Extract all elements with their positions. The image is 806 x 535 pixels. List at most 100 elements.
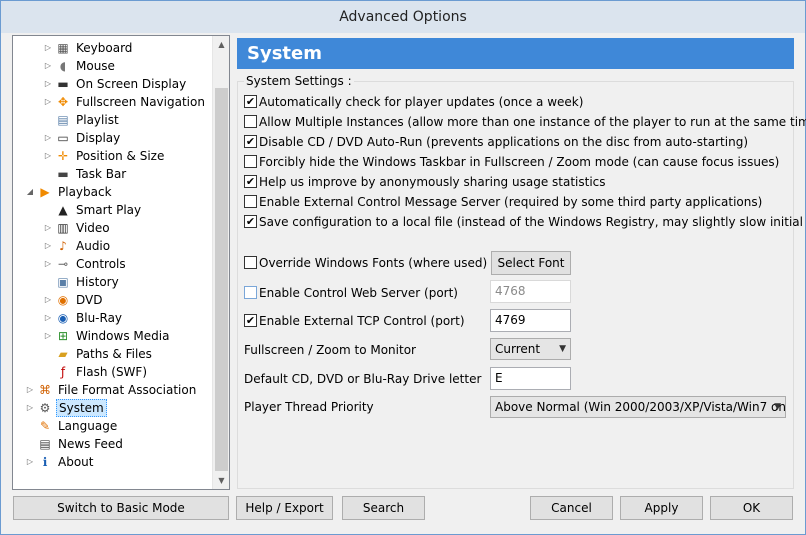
crosshair-icon: ✛ <box>57 149 69 163</box>
news-icon: ▤ <box>39 437 51 451</box>
info-icon: ℹ <box>42 455 48 469</box>
tree-item-label: File Format Association <box>58 383 197 397</box>
tree-item-label: About <box>58 455 94 469</box>
arrows-icon: ✥ <box>57 95 69 109</box>
setting-checkbox[interactable] <box>244 155 257 168</box>
setting-checkbox-label: Enable External Control Message Server (… <box>259 195 763 209</box>
options-tree[interactable]: ▷ ▦ Keyboard ▷ ◖ Mouse ▷ ▬ On Screen Display ▷ ✥ Fu… <box>12 35 230 490</box>
clapperboard-icon: ▥ <box>57 221 69 235</box>
tree-item-label: Flash (SWF) <box>76 365 148 379</box>
tree-item-label: Task Bar <box>76 167 127 181</box>
web-server-port-input[interactable]: 4768 <box>490 280 571 303</box>
expand-arrow-icon[interactable]: ▷ <box>43 75 53 93</box>
scroll-thumb[interactable] <box>215 88 228 471</box>
tree-item-label: Windows Media <box>76 329 170 343</box>
taskbar-icon: ▬ <box>57 167 69 181</box>
expand-arrow-icon[interactable]: ▷ <box>43 147 53 165</box>
web-server-label: Enable Control Web Server (port) <box>259 286 458 300</box>
drive-letter-input[interactable]: E <box>490 367 571 390</box>
tcp-control-label: Enable External TCP Control (port) <box>259 314 465 328</box>
tree-item-label: System <box>56 399 107 417</box>
gear-icon: ⚙ <box>39 401 51 415</box>
setting-checkbox-label: Allow Multiple Instances (allow more tha… <box>259 115 806 129</box>
tcp-control-checkbox[interactable]: ✔ <box>244 314 257 327</box>
fullscreen-monitor-label: Fullscreen / Zoom to Monitor <box>244 343 416 357</box>
keyboard-icon: ▦ <box>57 41 69 55</box>
tcp-port-input[interactable]: 4769 <box>490 309 571 332</box>
file-association-icon: ⌘ <box>39 383 51 397</box>
window-title: Advanced Options <box>1 1 805 33</box>
search-button[interactable]: Search <box>342 496 425 520</box>
setting-checkbox[interactable]: ✔ <box>244 95 257 108</box>
expand-arrow-icon[interactable]: ▷ <box>43 255 53 273</box>
setting-checkbox-label: Forcibly hide the Windows Taskbar in Ful… <box>259 155 780 169</box>
tree-item-label: Paths & Files <box>76 347 152 361</box>
panel-title: System <box>237 38 794 69</box>
setting-checkbox[interactable]: ✔ <box>244 135 257 148</box>
tree-scrollbar[interactable]: ▲ ▼ <box>212 36 229 489</box>
select-font-button[interactable]: Select Font <box>491 251 571 275</box>
expand-arrow-icon[interactable]: ▷ <box>25 399 35 417</box>
thread-priority-label: Player Thread Priority <box>244 400 374 414</box>
tree-item-label: Position & Size <box>76 149 165 163</box>
setting-checkbox[interactable]: ✔ <box>244 215 257 228</box>
setting-checkbox[interactable] <box>244 195 257 208</box>
play-icon: ▶ <box>40 185 50 199</box>
thread-priority-select[interactable]: Above Normal (Win 2000/2003/XP/Vista/Win… <box>490 396 786 418</box>
windows-media-icon: ⊞ <box>57 329 69 343</box>
expand-arrow-icon[interactable]: ▷ <box>43 291 53 309</box>
setting-checkbox[interactable] <box>244 115 257 128</box>
tree-item-label: Smart Play <box>76 203 142 217</box>
chevron-down-icon: ▼ <box>559 344 566 354</box>
tree-item-label: Display <box>76 131 121 145</box>
expand-arrow-icon[interactable]: ▷ <box>43 327 53 345</box>
expand-arrow-icon[interactable]: ▷ <box>25 381 35 399</box>
tree-item-label: Fullscreen Navigation <box>76 95 205 109</box>
tree-item-label: News Feed <box>58 437 123 451</box>
expand-arrow-icon[interactable]: ▷ <box>25 453 35 471</box>
group-title: System Settings : <box>244 74 354 88</box>
playlist-icon: ▤ <box>57 113 69 127</box>
tree-item-label: Mouse <box>76 59 115 73</box>
expand-arrow-icon[interactable]: ▷ <box>43 57 53 75</box>
tree-item-label: On Screen Display <box>76 77 187 91</box>
graduation-cap-icon: ▲ <box>58 203 68 217</box>
expand-arrow-icon[interactable]: ◢ <box>25 183 35 201</box>
scroll-down-arrow-icon[interactable]: ▼ <box>213 472 229 489</box>
scroll-up-arrow-icon[interactable]: ▲ <box>213 36 229 53</box>
ok-button[interactable]: OK <box>710 496 793 520</box>
expand-arrow-icon[interactable]: ▷ <box>43 39 53 57</box>
chevron-down-icon: ▼ <box>774 402 781 412</box>
help-export-button[interactable]: Help / Export <box>236 496 333 520</box>
mouse-icon: ◖ <box>59 59 67 73</box>
tree-item-label: Language <box>58 419 118 433</box>
expand-arrow-icon[interactable]: ▷ <box>43 237 53 255</box>
apply-button[interactable]: Apply <box>620 496 703 520</box>
override-fonts-checkbox[interactable] <box>244 256 257 269</box>
web-server-checkbox[interactable] <box>244 286 257 299</box>
override-fonts-label: Override Windows Fonts (where used) <box>259 256 488 270</box>
setting-checkbox-label: Help us improve by anonymously sharing u… <box>259 175 606 189</box>
setting-checkbox-label: Disable CD / DVD Auto-Run (prevents appl… <box>259 135 748 149</box>
music-note-icon: ♪ <box>59 239 67 253</box>
setting-checkbox-label: Automatically check for player updates (… <box>259 95 584 109</box>
tree-item-label: Video <box>76 221 110 235</box>
tree-item-label: Audio <box>76 239 111 253</box>
setting-checkbox-label: Save configuration to a local file (inst… <box>259 215 806 229</box>
display-icon: ▭ <box>57 131 69 145</box>
cancel-button[interactable]: Cancel <box>530 496 613 520</box>
slider-icon: ⊸ <box>57 257 69 271</box>
expand-arrow-icon[interactable]: ▷ <box>43 219 53 237</box>
language-icon: ✎ <box>39 419 51 433</box>
expand-arrow-icon[interactable]: ▷ <box>43 309 53 327</box>
expand-arrow-icon[interactable]: ▷ <box>43 129 53 147</box>
expand-arrow-icon[interactable]: ▷ <box>43 93 53 111</box>
fullscreen-monitor-select[interactable]: Current ▼ <box>490 338 571 360</box>
switch-basic-mode-button[interactable]: Switch to Basic Mode <box>13 496 229 520</box>
tree-item-label: Keyboard <box>76 41 133 55</box>
tree-item-label: Blu-Ray <box>76 311 123 325</box>
bluray-icon: ◉ <box>57 311 69 325</box>
setting-checkbox[interactable]: ✔ <box>244 175 257 188</box>
tree-item-label: Playlist <box>76 113 119 127</box>
drive-letter-label: Default CD, DVD or Blu-Ray Drive letter <box>244 372 482 386</box>
